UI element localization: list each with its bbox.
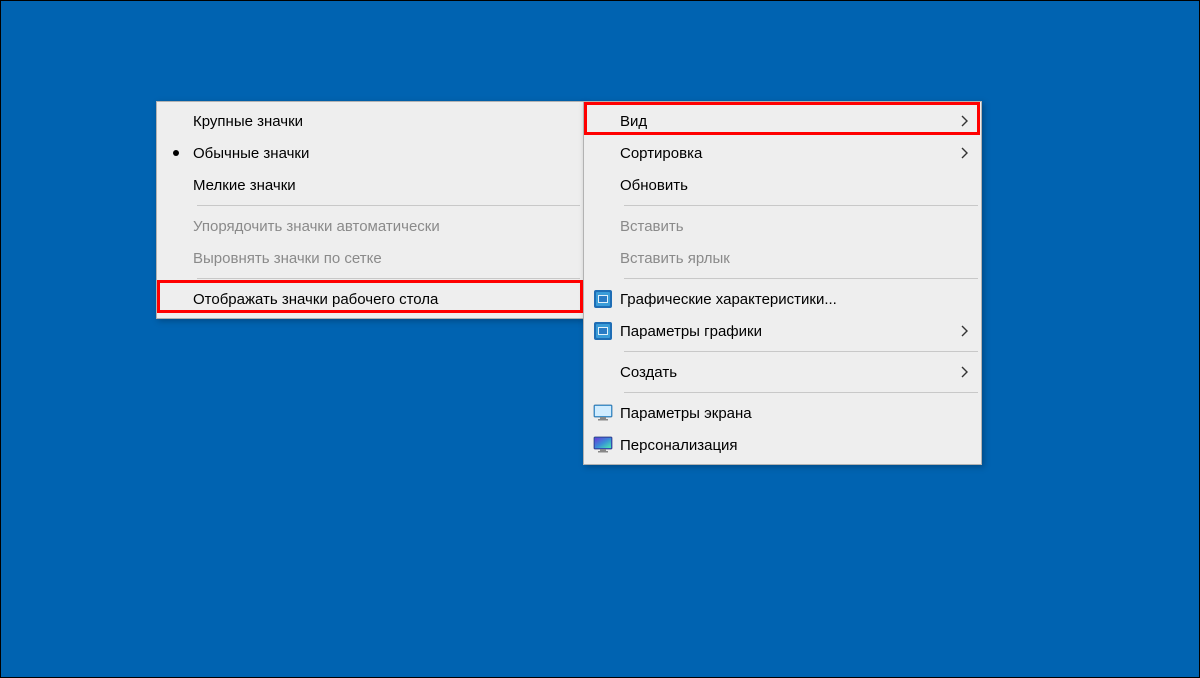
menu-item-label: Вставить ярлык [620, 250, 969, 267]
menu-item-label: Вид [620, 113, 949, 130]
menu-item-label: Упорядочить значки автоматически [193, 218, 571, 235]
chevron-right-icon [949, 115, 969, 127]
menu-item-graphics-properties[interactable]: Графические характеристики... [586, 283, 979, 315]
menu-item-align-grid[interactable]: Выровнять значки по сетке [159, 242, 581, 274]
menu-item-sort[interactable]: Сортировка [586, 137, 979, 169]
menu-item-show-desktop-icons[interactable]: Отображать значки рабочего стола [159, 283, 581, 315]
menu-separator [624, 278, 978, 279]
menu-item-label: Вставить [620, 218, 969, 235]
menu-item-auto-arrange[interactable]: Упорядочить значки автоматически [159, 210, 581, 242]
radio-selected-icon [159, 150, 193, 156]
desktop-context-menu: Вид Сортировка Обновить Вставить Вставит… [583, 101, 982, 465]
menu-item-label: Сортировка [620, 145, 949, 162]
intel-graphics-icon [586, 290, 620, 308]
menu-item-label: Параметры экрана [620, 405, 969, 422]
menu-separator [624, 205, 978, 206]
menu-item-display-settings[interactable]: Параметры экрана [586, 397, 979, 429]
menu-item-label: Обновить [620, 177, 969, 194]
menu-item-new[interactable]: Создать [586, 356, 979, 388]
chevron-right-icon [949, 366, 969, 378]
menu-item-small-icons[interactable]: Мелкие значки [159, 169, 581, 201]
display-settings-icon [586, 404, 620, 422]
chevron-right-icon [949, 147, 969, 159]
menu-item-personalize[interactable]: Персонализация [586, 429, 979, 461]
menu-item-label: Отображать значки рабочего стола [193, 291, 571, 308]
menu-separator [197, 278, 580, 279]
intel-graphics-icon [586, 322, 620, 340]
menu-item-label: Выровнять значки по сетке [193, 250, 571, 267]
menu-item-view[interactable]: Вид [586, 105, 979, 137]
menu-item-label: Обычные значки [193, 145, 571, 162]
menu-item-large-icons[interactable]: Крупные значки [159, 105, 581, 137]
menu-item-paste-shortcut[interactable]: Вставить ярлык [586, 242, 979, 274]
menu-item-label: Мелкие значки [193, 177, 571, 194]
menu-item-refresh[interactable]: Обновить [586, 169, 979, 201]
menu-separator [624, 351, 978, 352]
menu-item-medium-icons[interactable]: Обычные значки [159, 137, 581, 169]
menu-item-graphics-options[interactable]: Параметры графики [586, 315, 979, 347]
view-submenu: Крупные значки Обычные значки Мелкие зна… [156, 101, 584, 319]
menu-item-label: Крупные значки [193, 113, 571, 130]
menu-item-label: Персонализация [620, 437, 969, 454]
menu-item-label: Параметры графики [620, 323, 949, 340]
personalize-icon [586, 436, 620, 454]
menu-separator [197, 205, 580, 206]
menu-item-label: Создать [620, 364, 949, 381]
menu-item-label: Графические характеристики... [620, 291, 969, 308]
chevron-right-icon [949, 325, 969, 337]
menu-item-paste[interactable]: Вставить [586, 210, 979, 242]
menu-separator [624, 392, 978, 393]
